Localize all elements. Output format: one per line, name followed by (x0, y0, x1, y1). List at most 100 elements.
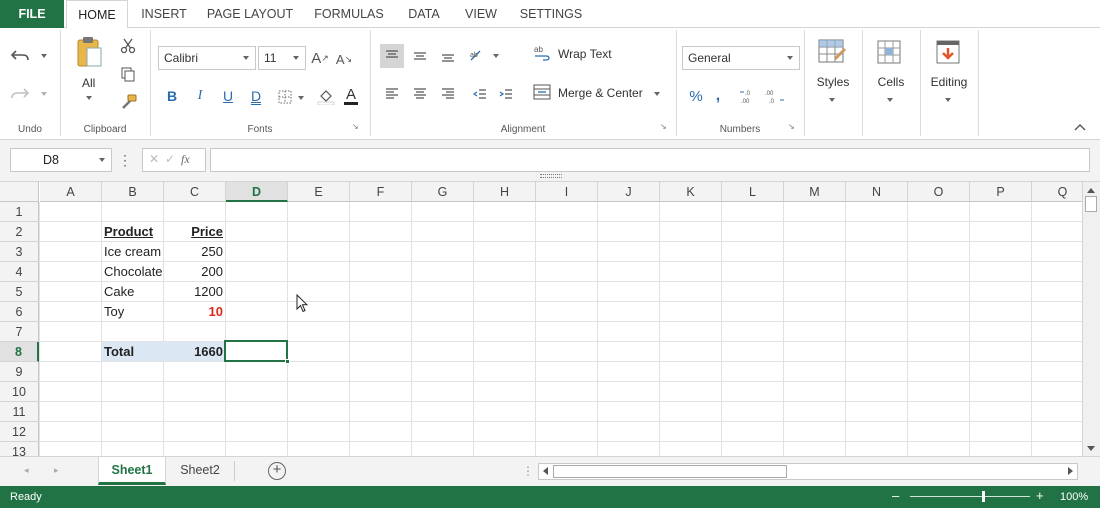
merge-dropdown-icon[interactable] (654, 92, 660, 96)
formula-input[interactable] (210, 148, 1090, 172)
cell-c5[interactable]: 1200 (164, 282, 225, 302)
tabs-splitter-icon[interactable]: ⋮ (522, 464, 534, 478)
copy-icon[interactable] (118, 64, 138, 84)
formula-bar-resize-handle[interactable] (540, 174, 562, 178)
redo-icon[interactable] (8, 84, 32, 104)
confirm-icon[interactable]: ✓ (165, 152, 175, 166)
column-header-f[interactable]: F (350, 182, 412, 202)
scroll-left-icon[interactable] (543, 467, 548, 475)
column-header-o[interactable]: O (908, 182, 970, 202)
editing-button[interactable]: Editing (922, 75, 976, 89)
merge-center-icon[interactable] (532, 82, 552, 102)
styles-dropdown-icon[interactable] (829, 98, 835, 102)
paste-all-label[interactable]: All (82, 76, 95, 90)
cell-b6[interactable]: Toy (102, 302, 163, 322)
paste-icon[interactable] (74, 34, 104, 70)
row-header-10[interactable]: 10 (0, 382, 39, 402)
row-header-8[interactable]: 8 (0, 342, 39, 362)
fonts-launcher-icon[interactable]: ↘ (352, 122, 359, 131)
cell-b8[interactable]: Total (102, 342, 163, 362)
tab-home[interactable]: HOME (66, 0, 128, 29)
align-center-icon[interactable] (408, 82, 432, 106)
vertical-scrollbar[interactable] (1082, 182, 1100, 456)
borders-icon[interactable] (276, 88, 294, 106)
tab-page-layout[interactable]: PAGE LAYOUT (200, 0, 300, 28)
cell-b5[interactable]: Cake (102, 282, 163, 302)
fill-color-icon[interactable] (316, 86, 336, 106)
cells-button[interactable]: Cells (864, 75, 918, 89)
styles-icon[interactable] (816, 36, 848, 68)
wrap-text-button[interactable]: Wrap Text (558, 47, 612, 61)
editing-icon[interactable] (932, 36, 964, 68)
column-header-q[interactable]: Q (1032, 182, 1082, 202)
column-header-c[interactable]: C (164, 182, 226, 202)
borders-dropdown-icon[interactable] (298, 96, 304, 100)
italic-button[interactable]: I (191, 88, 209, 104)
spreadsheet-grid[interactable]: A B C D E F G H I J K L M N O P Q 1 2 3 4 5 6 7 8 9 10 11 12 13 Produc… (0, 182, 1082, 456)
cut-icon[interactable] (118, 36, 138, 56)
undo-icon[interactable] (8, 46, 32, 66)
insert-function-button[interactable]: fx (181, 152, 190, 167)
align-bottom-icon[interactable] (436, 44, 460, 68)
row-header-4[interactable]: 4 (0, 262, 39, 282)
comma-style-icon[interactable]: , (710, 86, 726, 106)
tab-view[interactable]: VIEW (458, 0, 504, 28)
cell-b2[interactable]: Product (102, 222, 163, 242)
scroll-up-icon[interactable] (1087, 188, 1095, 193)
column-header-m[interactable]: M (784, 182, 846, 202)
font-size-combo[interactable]: 11 (258, 46, 306, 70)
row-header-11[interactable]: 11 (0, 402, 39, 422)
tab-settings[interactable]: SETTINGS (512, 0, 590, 28)
cell-b3[interactable]: Ice cream (102, 242, 163, 262)
row-header-12[interactable]: 12 (0, 422, 39, 442)
zoom-slider-thumb[interactable] (982, 491, 985, 502)
sheet-tab-1[interactable]: Sheet1 (98, 457, 166, 485)
column-header-a[interactable]: A (40, 182, 102, 202)
column-header-p[interactable]: P (970, 182, 1032, 202)
increase-font-icon[interactable]: A ↗ (310, 48, 330, 68)
column-header-g[interactable]: G (412, 182, 474, 202)
collapse-ribbon-icon[interactable] (1072, 120, 1088, 134)
redo-dropdown-icon[interactable] (41, 92, 47, 96)
row-header-1[interactable]: 1 (0, 202, 39, 222)
row-header-3[interactable]: 3 (0, 242, 39, 262)
column-header-e[interactable]: E (288, 182, 350, 202)
zoom-slider-track[interactable] (910, 496, 1030, 497)
cell-c3[interactable]: 250 (164, 242, 225, 262)
editing-dropdown-icon[interactable] (945, 98, 951, 102)
row-header-2[interactable]: 2 (0, 222, 39, 242)
tab-file[interactable]: FILE (0, 0, 64, 28)
wrap-text-icon[interactable]: ab (532, 43, 552, 63)
format-painter-icon[interactable] (118, 92, 140, 112)
underline-button[interactable]: U (219, 88, 237, 104)
row-header-7[interactable]: 7 (0, 322, 39, 342)
number-format-combo[interactable]: General (682, 46, 800, 70)
align-left-icon[interactable] (380, 82, 404, 106)
vertical-scroll-thumb[interactable] (1085, 196, 1097, 212)
select-all-corner[interactable] (0, 182, 39, 202)
zoom-out-icon[interactable]: – (892, 486, 899, 506)
font-color-icon[interactable]: A (341, 86, 361, 106)
numbers-launcher-icon[interactable]: ↘ (788, 122, 795, 131)
cell-c6[interactable]: 10 (164, 302, 225, 322)
sheet-tab-2[interactable]: Sheet2 (168, 457, 232, 485)
name-box[interactable]: D8 (10, 148, 112, 172)
cell-c8[interactable]: 1660 (164, 342, 225, 362)
percent-icon[interactable]: % (686, 86, 706, 106)
decrease-indent-icon[interactable] (468, 82, 492, 106)
column-header-i[interactable]: I (536, 182, 598, 202)
horizontal-scroll-thumb[interactable] (553, 465, 787, 478)
alignment-launcher-icon[interactable]: ↘ (660, 122, 667, 131)
orientation-icon[interactable]: ab (464, 44, 488, 68)
paste-dropdown-icon[interactable] (86, 96, 92, 100)
tab-data[interactable]: DATA (400, 0, 448, 28)
undo-dropdown-icon[interactable] (41, 54, 47, 58)
tab-insert[interactable]: INSERT (134, 0, 194, 28)
align-right-icon[interactable] (436, 82, 460, 106)
align-middle-icon[interactable] (408, 44, 432, 68)
column-header-h[interactable]: H (474, 182, 536, 202)
zoom-in-icon[interactable]: + (1036, 486, 1044, 506)
align-top-icon[interactable] (380, 44, 404, 68)
column-header-b[interactable]: B (102, 182, 164, 202)
next-sheet-icon[interactable]: ▸ (54, 465, 59, 476)
